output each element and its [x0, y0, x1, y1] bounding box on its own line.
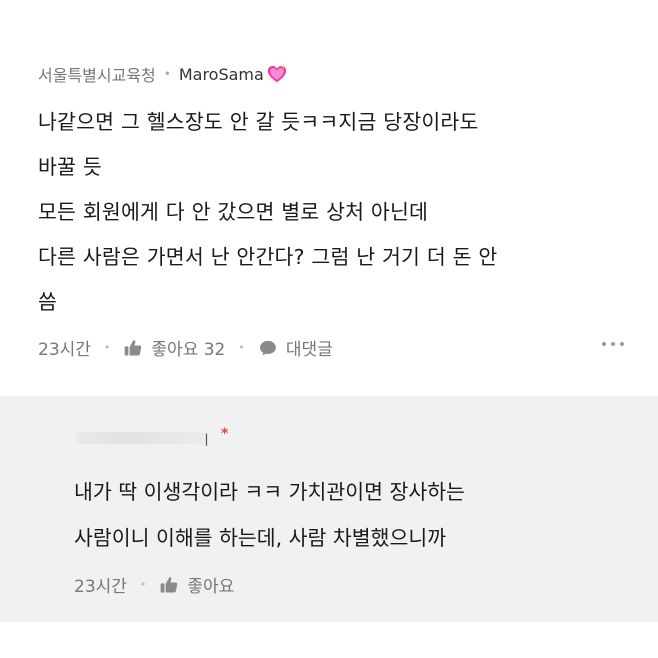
more-options-button[interactable] [602, 342, 624, 346]
author-marker: * [221, 426, 229, 442]
comment-line: 모든 회원에게 다 안 갔으면 별로 상처 아닌데 [38, 200, 429, 224]
reply-time: 23시간 [74, 577, 127, 597]
comment-time: 23시간 [38, 340, 91, 360]
reply-line: 사람이니 이해를 하는데, 사람 차별했으니까 [74, 526, 447, 550]
action-separator: • [139, 578, 147, 591]
comment-meta: 서울특별시교육청 • MaroSama [38, 62, 288, 86]
reply-like-button[interactable]: 좋아요 [159, 572, 234, 597]
reply-card: ㅣ * 내가 딱 이생각이라 ㅋㅋ 가치관이면 장사하는 사람이니 이해를 하는… [0, 396, 658, 622]
author-affiliation[interactable]: 서울특별시교육청 [38, 62, 156, 86]
reply-button[interactable]: 대댓글 [258, 335, 333, 360]
like-button[interactable]: 좋아요 32 [123, 335, 225, 360]
more-dot [620, 342, 624, 346]
redacted-author-name [76, 432, 206, 444]
comment-line: 나같으면 그 헬스장도 안 갈 듯ㅋㅋ지금 당장이라도 [38, 110, 479, 134]
reply-author[interactable]: ㅣ * [74, 426, 228, 449]
sparkling-heart-icon [267, 63, 286, 83]
meta-separator: • [163, 67, 171, 81]
reply-like-label: 좋아요 [187, 577, 235, 597]
reply-line: 내가 딱 이생각이라 ㅋㅋ 가치관이면 장사하는 [74, 480, 465, 504]
reply-actions: 23시간 • 좋아요 [74, 572, 234, 597]
comment-line: 다른 사람은 가면서 난 안간다? 그럼 난 거기 더 돈 안 [38, 245, 498, 269]
reply-body: 내가 딱 이생각이라 ㅋㅋ 가치관이면 장사하는 사람이니 이해를 하는데, 사… [74, 469, 634, 561]
comment-actions: 23시간 • 좋아요 32 • 대댓글 [38, 335, 333, 360]
speech-bubble-icon [259, 340, 276, 355]
action-separator: • [238, 341, 245, 354]
action-separator: • [103, 341, 111, 354]
author-name-fragment: ㅣ [200, 433, 213, 449]
thumbs-up-icon [161, 576, 178, 592]
comment-line: 씀 [38, 290, 58, 314]
more-dot [602, 342, 606, 346]
reply-label: 대댓글 [285, 340, 333, 360]
comment-body: 나같으면 그 헬스장도 안 갈 듯ㅋㅋ지금 당장이라도 바꿀 듯 모든 회원에게… [38, 100, 628, 325]
comment-card: 서울특별시교육청 • MaroSama 나같으면 그 헬스장도 안 갈 듯ㅋㅋ지… [0, 0, 658, 396]
like-count-label: 좋아요 32 [151, 340, 226, 360]
thumbs-up-icon [125, 339, 142, 355]
author-username[interactable]: MaroSama [179, 65, 264, 84]
more-dot [611, 342, 615, 346]
comment-line: 바꿀 듯 [38, 155, 102, 179]
